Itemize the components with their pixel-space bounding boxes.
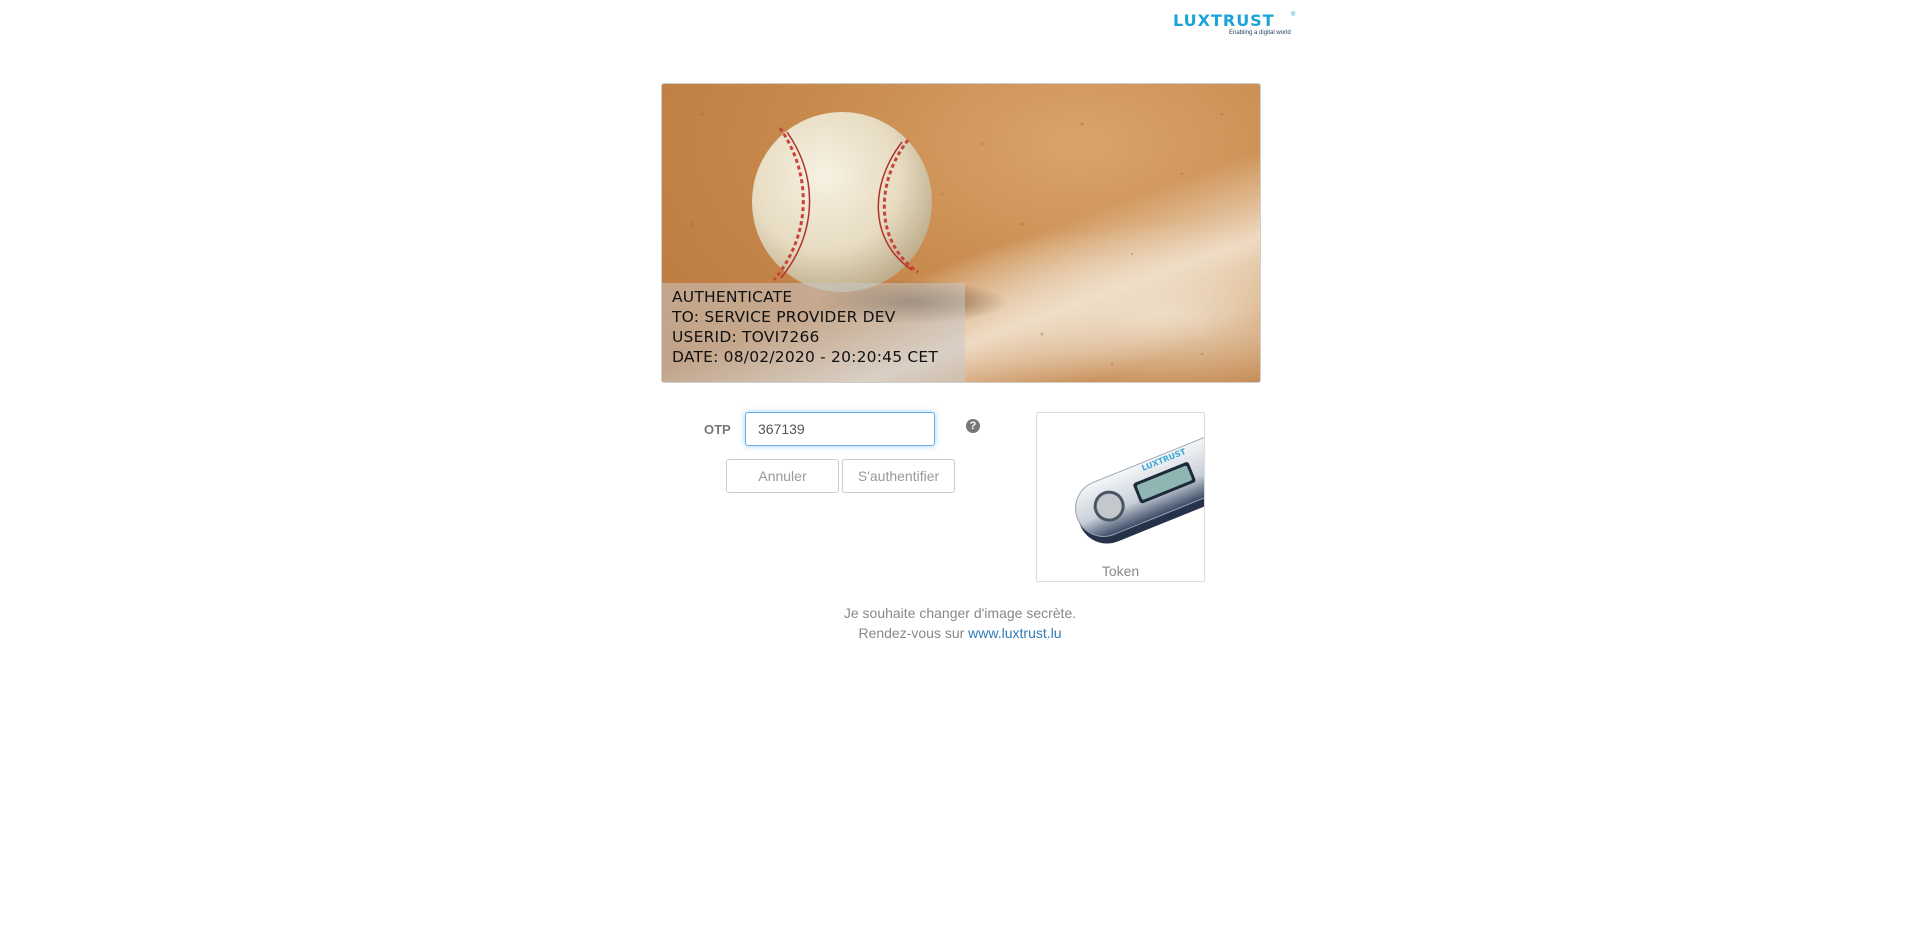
secret-image: AUTHENTICATE TO: SERVICE PROVIDER DEV US… — [661, 83, 1261, 383]
authenticate-button[interactable]: S'authentifier — [842, 459, 955, 493]
visit-site-line: Rendez-vous sur www.luxtrust.lu — [760, 623, 1160, 643]
auth-provider-line: TO: SERVICE PROVIDER DEV — [672, 308, 896, 326]
token-label: Token — [1101, 563, 1140, 579]
page: LUXTRUST ® Enabling a digital world AUTH… — [0, 0, 1920, 925]
logo-registered-mark: ® — [1291, 12, 1296, 18]
change-image-text: Je souhaite changer d'image secrète. — [843, 605, 1077, 621]
logo-tagline: Enabling a digital world — [1229, 30, 1291, 36]
auth-action-line: AUTHENTICATE — [672, 288, 793, 306]
luxtrust-link[interactable]: www.luxtrust.lu — [968, 625, 1061, 641]
luxtrust-logo: LUXTRUST ® Enabling a digital world — [1173, 12, 1295, 38]
authentication-details-overlay: AUTHENTICATE TO: SERVICE PROVIDER DEV US… — [662, 283, 965, 382]
logo-brand-text: LUXTRUST — [1173, 11, 1275, 30]
auth-userid-line: USERID: TOVI7266 — [672, 328, 820, 346]
otp-input[interactable] — [745, 412, 935, 446]
token-device-icon: LUXTRUST — [1075, 433, 1204, 544]
otp-label: OTP — [704, 422, 731, 437]
cancel-button[interactable]: Annuler — [726, 459, 839, 493]
question-circle-icon[interactable]: ? — [966, 419, 980, 433]
auth-date-line: DATE: 08/02/2020 - 20:20:45 CET — [672, 348, 939, 366]
visit-site-prefix: Rendez-vous sur — [858, 625, 965, 641]
token-option[interactable]: LUXTRUST Token — [1036, 412, 1205, 582]
footer-info: Je souhaite changer d'image secrète. Ren… — [760, 603, 1160, 643]
